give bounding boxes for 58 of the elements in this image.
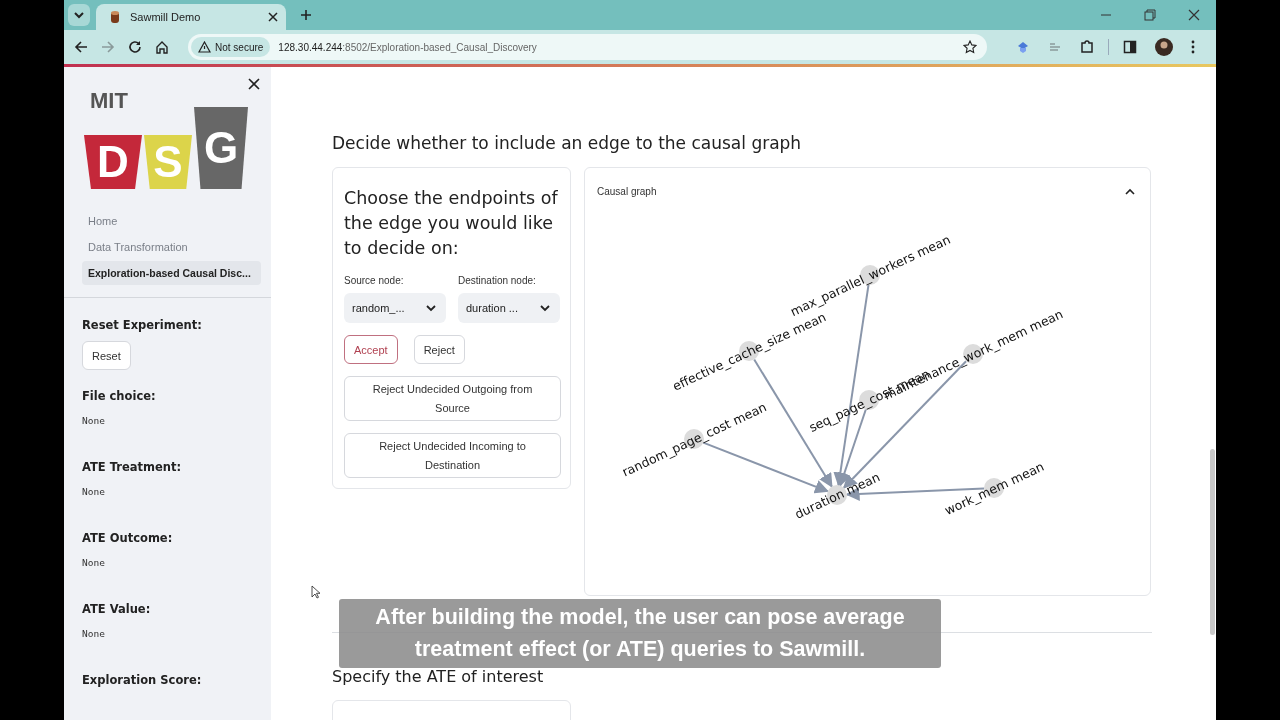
chevron-up-icon[interactable] (1125, 187, 1135, 195)
home-icon[interactable] (155, 40, 169, 54)
reject-undecided-button[interactable]: Reject Undecided Incoming to Destination (344, 433, 561, 478)
tab-title: Sawmill Demo (130, 11, 202, 23)
value-text: None (82, 628, 106, 639)
url-text: 128.30.44.244:8502/Exploration-based_Causal_Discovery (278, 41, 537, 53)
browser-tab[interactable]: Sawmill Demo (96, 4, 286, 30)
security-chip[interactable]: Not secure (191, 37, 271, 57)
logo-cup: S (144, 135, 192, 189)
logo-cup: D (84, 135, 142, 189)
nav-link[interactable]: Exploration-based Causal Disc... (82, 261, 261, 285)
section-heading: Specify the ATE of interest (332, 667, 545, 686)
field-label: Destination node: (458, 275, 537, 286)
puzzle-icon[interactable] (1080, 40, 1094, 54)
section-heading: Reset Experiment: (82, 318, 203, 332)
node-dropdown[interactable]: duration ... (458, 293, 560, 323)
field-label: Source node: (344, 275, 405, 286)
chevron-down-icon (426, 304, 436, 312)
close-icon[interactable] (1188, 9, 1200, 21)
accept-button[interactable]: Accept (344, 335, 398, 364)
expander-title: Causal graph (597, 185, 657, 197)
section-heading: ATE Outcome: (82, 531, 174, 545)
reset-button[interactable]: Reset (82, 341, 131, 370)
reject-button[interactable]: Reject (413, 335, 465, 364)
reject-undecided-button[interactable]: Reject Undecided Outgoing from Source (344, 376, 561, 421)
address-bar[interactable]: Not secure 128.30.44.244:8502/Exploration-based_Causal_Discovery (188, 34, 987, 60)
menu-icon[interactable] (1191, 40, 1195, 54)
value-text: None (82, 557, 106, 568)
nav-link[interactable]: Data Transformation (82, 235, 194, 259)
logo-text: MIT (90, 91, 129, 111)
scrollbar-thumb[interactable] (1210, 449, 1215, 635)
reload-icon[interactable] (128, 40, 142, 54)
value-text: None (82, 415, 106, 426)
section-heading: Exploration Score: (82, 673, 203, 687)
cursor-icon (311, 585, 321, 599)
section-heading: Decide whether to include an edge to the causal graph (332, 133, 803, 155)
extension-badge-icon[interactable] (1016, 40, 1030, 54)
star-icon[interactable] (963, 40, 977, 54)
section-heading: File choice: (82, 389, 157, 403)
avatar-icon[interactable] (1155, 38, 1173, 56)
side-panel-icon[interactable] (1123, 40, 1137, 54)
new-tab-icon[interactable] (300, 9, 312, 21)
nav-link[interactable]: Home (82, 209, 124, 233)
section-heading: ATE Value: (82, 602, 152, 616)
tab-list-button[interactable] (68, 4, 90, 26)
panel-title: Choose the endpoints of the edge you would like to decide on: (344, 187, 559, 260)
logo-cup: G (194, 107, 248, 189)
section-heading: ATE Treatment: (82, 460, 183, 474)
node-dropdown[interactable]: random_... (344, 293, 446, 323)
log-icon (108, 10, 122, 24)
close-icon[interactable] (268, 12, 278, 22)
chevron-down-icon (540, 304, 550, 312)
value-text: None (82, 486, 106, 497)
restore-icon[interactable] (1144, 9, 1156, 21)
warning-icon (198, 41, 211, 53)
video-caption: After building the model, the user can pose average treatment effect (or ATE) queries to Sawmill. (339, 599, 941, 668)
back-icon[interactable] (74, 40, 88, 54)
close-icon[interactable] (248, 78, 260, 90)
